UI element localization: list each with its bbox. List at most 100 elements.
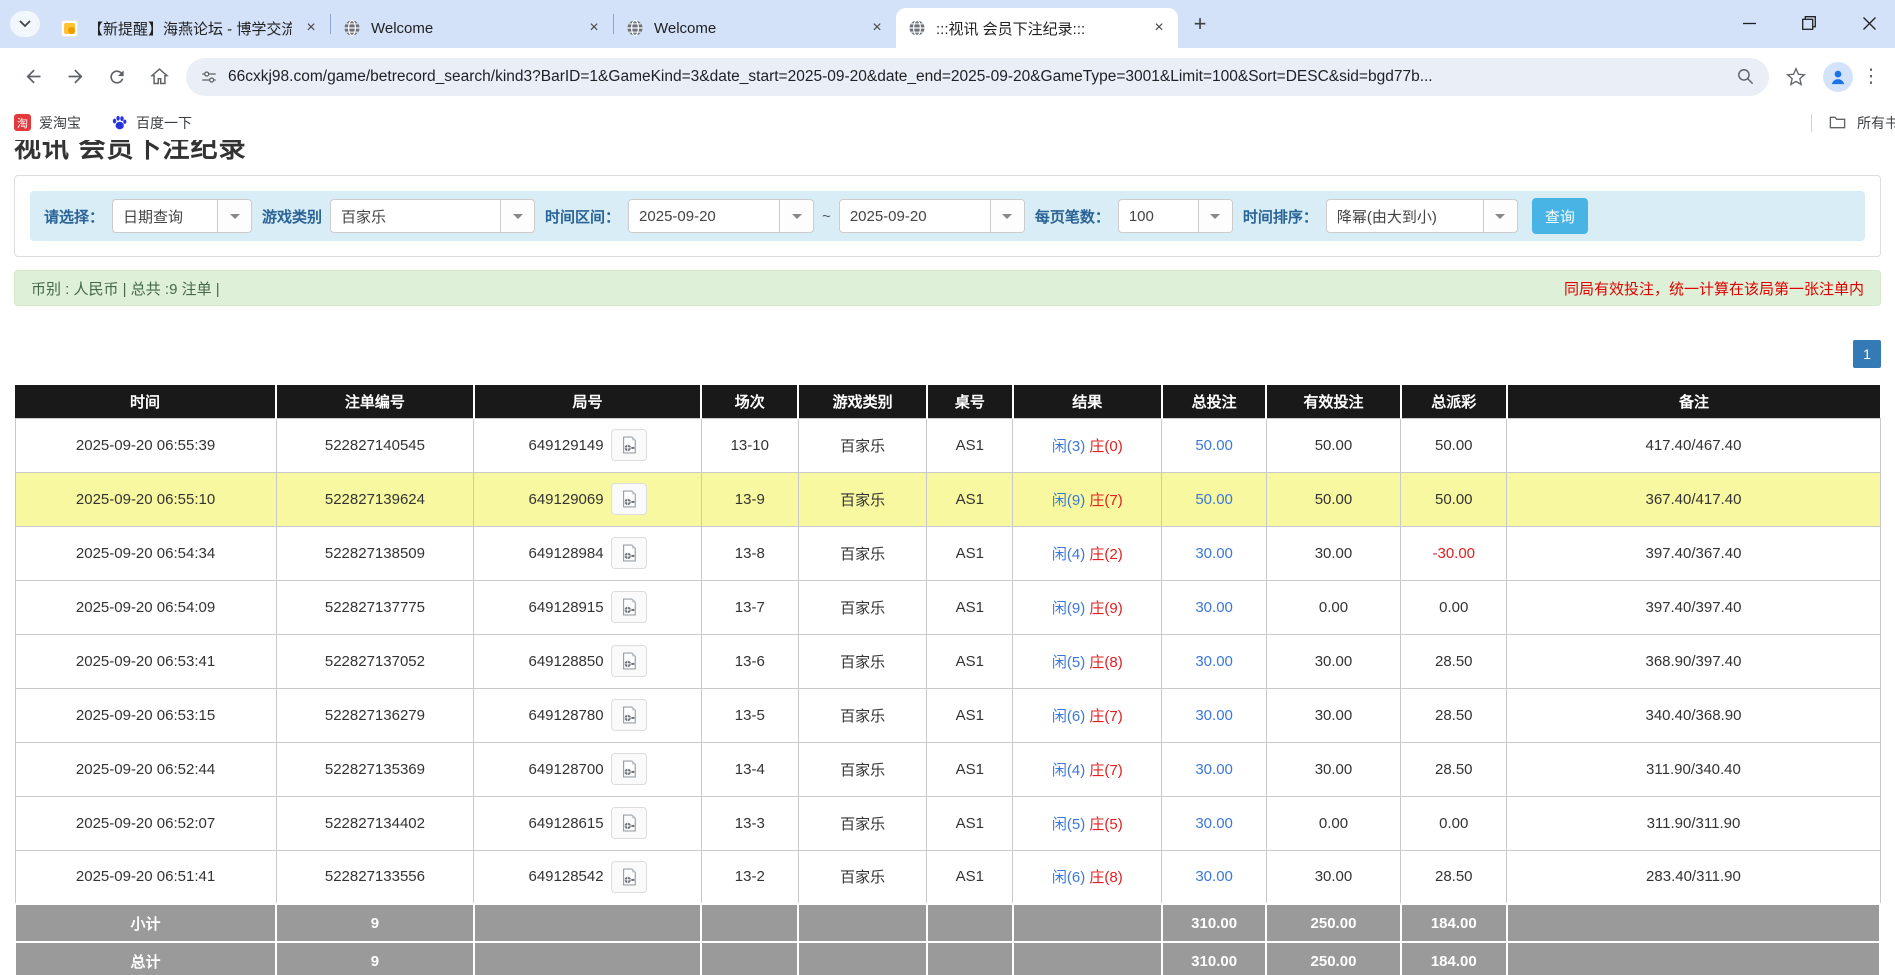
cell-time: 2025-09-20 06:51:41 (15, 850, 276, 904)
cell-valid-bet: 30.00 (1266, 634, 1400, 688)
all-bookmarks-label: 所有书签 (1857, 113, 1895, 133)
cell-session: 13-7 (701, 580, 798, 634)
total-bet-link[interactable]: 30.00 (1195, 868, 1233, 885)
video-replay-button[interactable] (611, 429, 647, 461)
address-bar[interactable]: 66cxkj98.com/game/betrecord_search/kind3… (186, 58, 1769, 96)
table-body: 2025-09-20 06:55:39522827140545649129149… (15, 418, 1880, 904)
cell-payout: 28.50 (1401, 850, 1507, 904)
table-row: 2025-09-20 06:53:15522827136279649128780… (15, 688, 1880, 742)
total-bet-link[interactable]: 30.00 (1195, 761, 1233, 778)
result-banker: 庄(8) (1089, 654, 1122, 671)
query-type-select[interactable]: 日期查询 (112, 199, 252, 233)
close-tab-icon[interactable]: × (868, 19, 886, 37)
cell-bet-no: 522827137775 (276, 580, 474, 634)
video-replay-button[interactable] (611, 861, 647, 893)
restore-button[interactable] (1799, 13, 1819, 33)
table-header: 时间 注单编号 局号 场次 游戏类别 桌号 结果 总投注 有效投注 总派彩 备注 (15, 385, 1880, 418)
cell-round-no: 649129149 (474, 418, 702, 472)
round-number-with-replay: 649128984 (528, 537, 646, 569)
video-replay-button[interactable] (611, 645, 647, 677)
cell-payout: 28.50 (1401, 688, 1507, 742)
header-session: 场次 (701, 385, 798, 418)
close-tab-icon[interactable]: × (585, 19, 603, 37)
bookmark-taobao[interactable]: 淘 爱淘宝 (14, 113, 81, 133)
tab-welcome-1[interactable]: Welcome × (331, 8, 613, 48)
cell-round-no: 649128615 (474, 796, 702, 850)
close-tab-icon[interactable]: × (302, 19, 320, 37)
tab-bet-records-active[interactable]: :::视讯 会员下注纪录::: × (896, 8, 1178, 48)
cell-session: 13-3 (701, 796, 798, 850)
cell-time: 2025-09-20 06:52:07 (15, 796, 276, 850)
result-banker: 庄(9) (1089, 600, 1122, 617)
sort-select[interactable]: 降幂(由大到小) (1326, 199, 1518, 233)
result-player: 闲(9) (1052, 492, 1085, 509)
forward-icon (65, 66, 86, 87)
forward-button[interactable] (57, 59, 93, 95)
total-bet-link[interactable]: 30.00 (1195, 707, 1233, 724)
folder-icon (1828, 113, 1847, 132)
home-icon (149, 66, 170, 87)
video-replay-button[interactable] (611, 591, 647, 623)
date-end-select[interactable]: 2025-09-20 (839, 199, 1025, 233)
total-empty-cell (474, 942, 702, 975)
browser-toolbar: 66cxkj98.com/game/betrecord_search/kind3… (0, 48, 1895, 105)
close-tab-icon[interactable]: × (1150, 19, 1168, 37)
page-size-select[interactable]: 100 (1118, 199, 1233, 233)
notice-text: 同局有效投注，统一计算在该局第一张注单内 (1564, 278, 1864, 299)
total-bet-link[interactable]: 30.00 (1195, 815, 1233, 832)
cell-round-no: 649128915 (474, 580, 702, 634)
total-bet-link[interactable]: 30.00 (1195, 545, 1233, 562)
total-bet-link[interactable]: 50.00 (1195, 491, 1233, 508)
minimize-icon (1743, 17, 1756, 30)
round-number-with-replay: 649128850 (528, 645, 646, 677)
all-bookmarks[interactable]: 所有书签 (1811, 105, 1895, 140)
select-arrow-icon (500, 200, 534, 232)
result-banker: 庄(5) (1089, 816, 1122, 833)
zoom-icon[interactable] (1736, 67, 1755, 86)
video-replay-button[interactable] (611, 537, 647, 569)
back-button[interactable] (15, 59, 51, 95)
cell-table-no: AS1 (927, 580, 1013, 634)
cell-bet-no: 522827134402 (276, 796, 474, 850)
home-button[interactable] (141, 59, 177, 95)
cell-payout: 28.50 (1401, 742, 1507, 796)
cell-table-no: AS1 (927, 418, 1013, 472)
result-banker: 庄(8) (1089, 869, 1122, 886)
tab-forum[interactable]: 【新提醒】海燕论坛 - 博学交流 × (48, 8, 330, 48)
video-replay-button[interactable] (611, 483, 647, 515)
bookmark-star-button[interactable] (1778, 59, 1814, 95)
url-text: 66cxkj98.com/game/betrecord_search/kind3… (228, 68, 1736, 86)
cell-payout: 0.00 (1401, 580, 1507, 634)
round-number: 649128984 (528, 545, 603, 562)
cell-note: 367.40/417.40 (1507, 472, 1880, 526)
page-1-button[interactable]: 1 (1853, 340, 1881, 368)
reload-button[interactable] (99, 59, 135, 95)
round-number-with-replay: 649128915 (528, 591, 646, 623)
total-bet-link[interactable]: 30.00 (1195, 599, 1233, 616)
video-replay-button[interactable] (611, 807, 647, 839)
tab-search-button[interactable] (10, 11, 40, 37)
total-bet-link[interactable]: 50.00 (1195, 437, 1233, 454)
round-number: 649128850 (528, 653, 603, 670)
total-bet-link[interactable]: 30.00 (1195, 653, 1233, 670)
tab-title: :::视讯 会员下注纪录::: (936, 18, 1140, 39)
bookmark-baidu[interactable]: 百度一下 (111, 113, 192, 133)
menu-dots-icon[interactable]: ⋮ (1859, 65, 1883, 88)
close-window-button[interactable] (1859, 13, 1879, 33)
video-replay-button[interactable] (611, 753, 647, 785)
search-button[interactable]: 查询 (1532, 198, 1588, 234)
site-settings-icon (200, 68, 218, 86)
browser-chrome: 【新提醒】海燕论坛 - 博学交流 × Welcome × Welcome × (0, 0, 1895, 140)
date-start-select[interactable]: 2025-09-20 (628, 199, 814, 233)
game-kind-label: 游戏类别 (262, 206, 322, 227)
minimize-button[interactable] (1739, 13, 1759, 33)
profile-avatar[interactable] (1823, 62, 1853, 92)
tab-welcome-2[interactable]: Welcome × (614, 8, 896, 48)
total-empty-cell (927, 942, 1013, 975)
globe-icon (343, 19, 361, 37)
game-kind-select[interactable]: 百家乐 (330, 199, 535, 233)
cell-session: 13-10 (701, 418, 798, 472)
cell-session: 13-9 (701, 472, 798, 526)
video-replay-button[interactable] (611, 699, 647, 731)
new-tab-button[interactable]: + (1186, 10, 1214, 38)
